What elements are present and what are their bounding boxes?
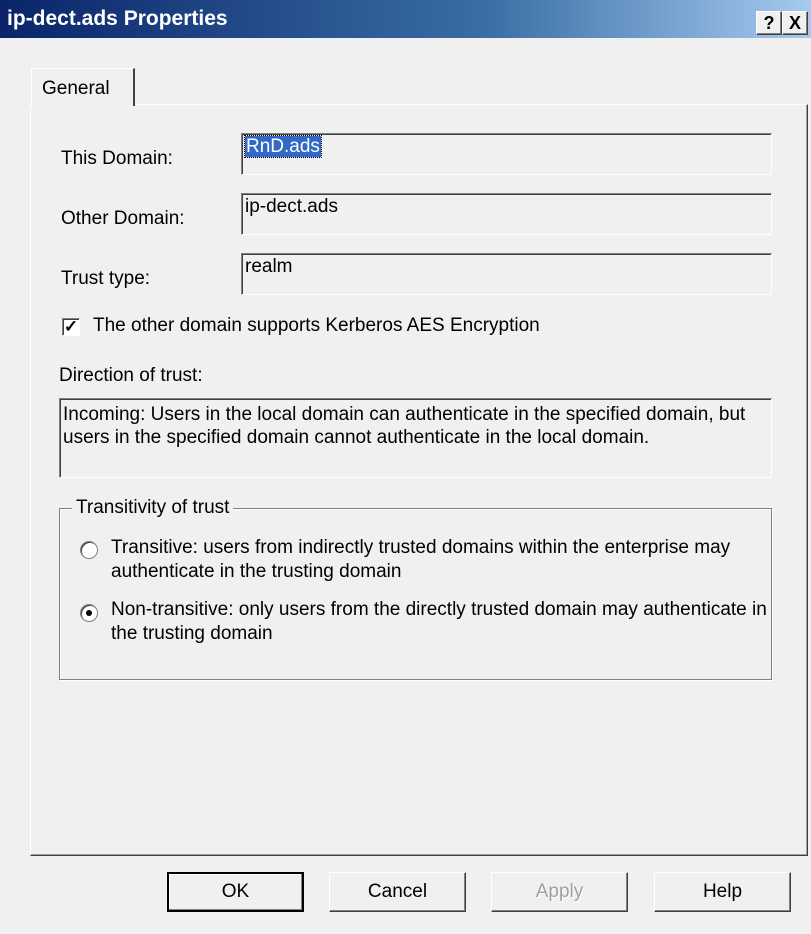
- tab-general[interactable]: General: [31, 68, 135, 106]
- close-icon: X: [788, 12, 801, 33]
- other-domain-field[interactable]: ip-dect.ads: [241, 193, 772, 235]
- direction-of-trust-text: Incoming: Users in the local domain can …: [59, 398, 772, 478]
- apply-button-label: Apply: [535, 881, 584, 902]
- this-domain-value: RnD.ads: [244, 135, 322, 158]
- title-bar[interactable]: ip-dect.ads Properties ? X: [0, 0, 811, 38]
- aes-encryption-checkbox[interactable]: ✓: [62, 318, 80, 336]
- help-button-label: Help: [702, 881, 743, 902]
- help-button[interactable]: Help: [654, 872, 791, 912]
- tab-general-label: General: [42, 78, 110, 99]
- window-title: ip-dect.ads Properties: [7, 7, 228, 30]
- transitive-radio[interactable]: [80, 541, 98, 559]
- help-titlebar-button[interactable]: ?: [756, 11, 782, 35]
- transitive-radio-label[interactable]: Transitive: users from indirectly truste…: [111, 536, 771, 584]
- question-icon: ?: [763, 12, 775, 33]
- trust-type-value: realm: [245, 256, 293, 277]
- other-domain-label: Other Domain:: [61, 208, 185, 229]
- close-button[interactable]: X: [782, 11, 808, 35]
- non-transitive-radio[interactable]: [80, 604, 98, 622]
- properties-dialog: ip-dect.ads Properties ? X General This …: [0, 0, 811, 934]
- trust-type-field[interactable]: realm: [241, 253, 772, 295]
- ok-button[interactable]: OK: [167, 872, 304, 912]
- trust-type-label: Trust type:: [61, 268, 151, 289]
- transitivity-legend: Transitivity of trust: [72, 497, 234, 519]
- this-domain-field[interactable]: RnD.ads: [241, 133, 772, 175]
- this-domain-label: This Domain:: [61, 148, 173, 169]
- radio-selected-dot: [86, 610, 92, 616]
- ok-button-label: OK: [221, 881, 250, 902]
- direction-of-trust-label: Direction of trust:: [59, 365, 203, 386]
- aes-encryption-label[interactable]: The other domain supports Kerberos AES E…: [93, 315, 540, 337]
- checkmark-icon: ✓: [63, 317, 79, 336]
- non-transitive-radio-label[interactable]: Non-transitive: only users from the dire…: [111, 598, 771, 646]
- transitivity-group: [59, 508, 772, 680]
- cancel-button-label: Cancel: [367, 881, 428, 902]
- other-domain-value: ip-dect.ads: [245, 196, 338, 217]
- cancel-button[interactable]: Cancel: [329, 872, 466, 912]
- apply-button: Apply: [491, 872, 628, 912]
